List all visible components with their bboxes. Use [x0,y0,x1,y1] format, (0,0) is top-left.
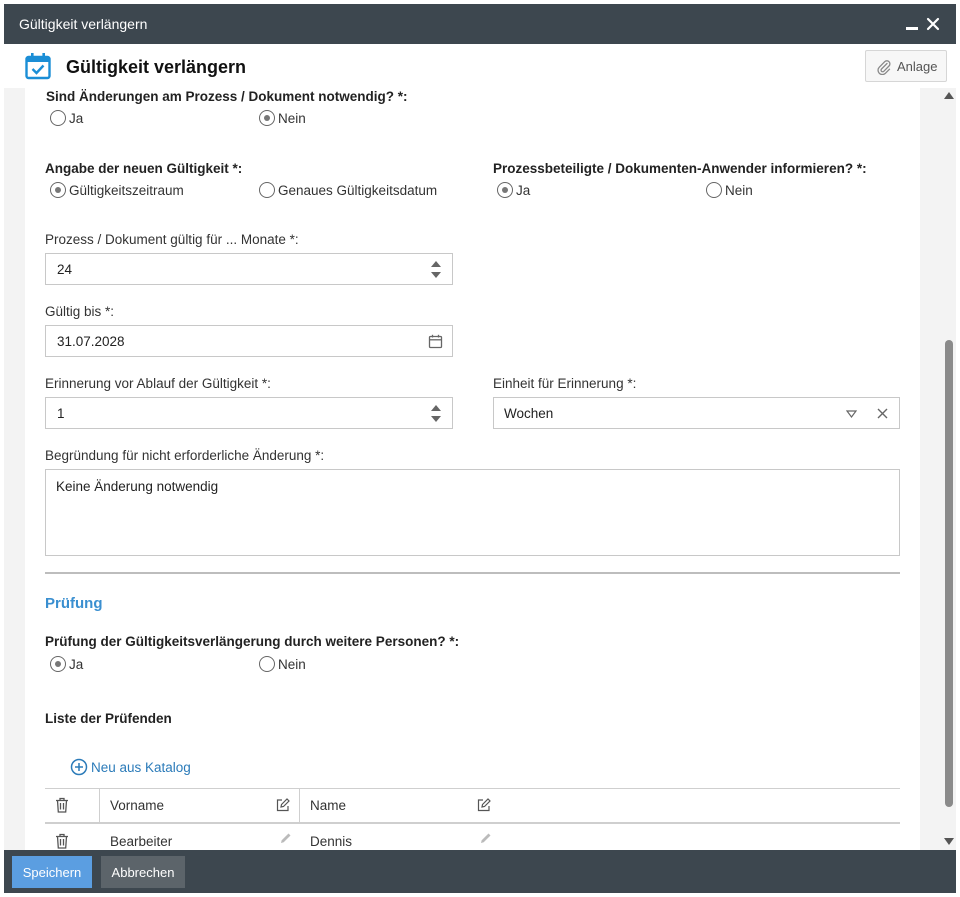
stepper [430,404,442,424]
radio-label: Ja [516,182,531,198]
calendar-check-icon [24,52,52,80]
radio-circle-selected [50,656,66,672]
radio-circle-selected [259,110,275,126]
radio-label: Nein [725,182,753,198]
changes-needed-yes-radio[interactable]: Ja [50,109,83,127]
cell-vorname[interactable]: Bearbeiter [110,834,172,849]
reason-value: Keine Änderung notwendig [56,479,219,494]
inform-yes-radio[interactable]: Ja [497,181,530,199]
stepper-up-icon[interactable] [431,405,441,411]
months-value: 24 [57,262,73,277]
column-header-vorname[interactable]: Vorname [110,798,164,813]
valid-until-date-input[interactable]: 31.07.2028 [45,325,453,357]
reminder-label: Erinnerung vor Ablauf der Gültigkeit *: [45,376,271,391]
dropdown-caret-icon[interactable] [846,410,857,418]
add-circle-icon [70,758,88,776]
reason-label: Begründung für nicht erforderliche Änder… [45,448,325,463]
radio-circle [706,182,722,198]
scrollbar-thumb[interactable] [945,340,953,807]
stepper [430,260,442,280]
further-review-yes-radio[interactable]: Ja [50,655,83,673]
radio-label: Ja [69,110,84,126]
valid-until-value: 31.07.2028 [57,334,125,349]
cancel-button[interactable]: Abbrechen [101,856,185,888]
reminder-unit-select[interactable]: Wochen [493,397,900,429]
stepper-down-icon[interactable] [431,272,441,278]
review-section-title: Prüfung [45,595,103,612]
stepper-up-icon[interactable] [431,261,441,267]
radio-circle [259,656,275,672]
section-divider [45,572,900,574]
dialog-header: Gültigkeit verlängern Anlage [4,44,956,88]
save-button[interactable]: Speichern [12,856,92,888]
reminder-input[interactable]: 1 [45,397,453,429]
scroll-up-arrow-icon[interactable] [944,92,954,99]
window-titlebar: Gültigkeit verlängern [4,4,956,44]
stepper-down-icon[interactable] [431,416,441,422]
table-border [45,788,900,789]
changes-needed-no-radio[interactable]: Nein [259,109,306,127]
further-review-question: Prüfung der Gültigkeitsverlängerung durc… [45,634,460,649]
cell-name[interactable]: Dennis [310,834,352,849]
delete-row-trash-icon[interactable] [55,833,69,849]
months-input[interactable]: 24 [45,253,453,285]
new-from-catalog-label: Neu aus Katalog [91,759,191,775]
radio-label: Nein [278,656,306,672]
radio-label: Genaues Gültigkeitsdatum [278,182,438,198]
scroll-down-arrow-icon[interactable] [944,838,954,845]
valid-until-label: Gültig bis *: [45,304,115,319]
radio-label: Nein [278,110,306,126]
paperclip-icon [877,60,891,75]
months-label: Prozess / Dokument gültig für ... Monate… [45,232,299,247]
column-divider [99,788,100,823]
reason-textarea[interactable]: Keine Änderung notwendig [45,469,900,556]
changes-needed-question: Sind Änderungen am Prozess / Dokument no… [46,89,408,104]
column-header-name[interactable]: Name [310,798,346,813]
reminder-value: 1 [57,406,65,421]
radio-circle [50,110,66,126]
column-divider [299,788,300,823]
radio-circle-selected [50,182,66,198]
reminder-unit-label: Einheit für Erinnerung *: [493,376,637,391]
edit-column-icon[interactable] [477,798,491,812]
edit-pencil-icon[interactable] [279,832,292,845]
inform-participants-question: Prozessbeteiligte / Dokumenten-Anwender … [493,161,867,176]
reviewer-table: Vorname Name Bearbeiter Dennis [45,788,900,850]
close-icon[interactable] [925,16,941,32]
reviewer-list-title: Liste der Prüfenden [45,711,172,726]
edit-pencil-icon[interactable] [479,832,492,845]
radio-circle-selected [497,182,513,198]
delete-all-trash-icon[interactable] [55,797,69,813]
inform-no-radio[interactable]: Nein [706,181,753,199]
dialog-heading: Gültigkeit verlängern [66,57,247,77]
edit-column-icon[interactable] [276,798,290,812]
radio-label: Ja [69,656,84,672]
attachment-label: Anlage [897,59,938,74]
header-bottom-border [45,822,900,824]
validity-period-radio[interactable]: Gültigkeitszeitraum [50,181,184,199]
minimize-icon[interactable] [904,16,920,32]
calendar-icon[interactable] [428,334,443,349]
reminder-unit-value: Wochen [504,406,554,421]
radio-label: Gültigkeitszeitraum [69,182,184,198]
radio-circle [259,182,275,198]
new-validity-question: Angabe der neuen Gültigkeit *: [45,161,243,176]
window-title: Gültigkeit verlängern [19,16,148,32]
clear-icon[interactable] [877,408,888,419]
new-from-catalog-link[interactable]: Neu aus Katalog [70,758,191,776]
form-panel: Sind Änderungen am Prozess / Dokument no… [25,88,920,850]
exact-date-radio[interactable]: Genaues Gültigkeitsdatum [259,181,437,199]
further-review-no-radio[interactable]: Nein [259,655,306,673]
attachment-button[interactable]: Anlage [865,50,947,82]
